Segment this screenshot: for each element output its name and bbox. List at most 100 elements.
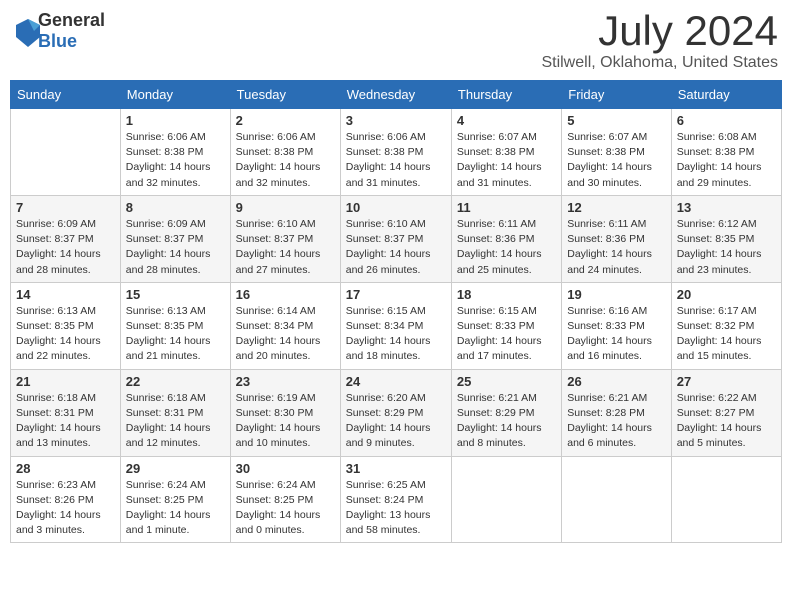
- day-detail: Sunrise: 6:10 AM Sunset: 8:37 PM Dayligh…: [236, 217, 335, 278]
- day-detail: Sunrise: 6:19 AM Sunset: 8:30 PM Dayligh…: [236, 391, 335, 452]
- calendar-cell: 24 Sunrise: 6:20 AM Sunset: 8:29 PM Dayli…: [340, 369, 451, 456]
- calendar-cell: 14 Sunrise: 6:13 AM Sunset: 8:35 PM Dayli…: [11, 282, 121, 369]
- day-detail: Sunrise: 6:13 AM Sunset: 8:35 PM Dayligh…: [16, 304, 115, 365]
- day-number: 13: [677, 200, 776, 215]
- calendar-cell: 20 Sunrise: 6:17 AM Sunset: 8:32 PM Dayli…: [671, 282, 781, 369]
- day-detail: Sunrise: 6:07 AM Sunset: 8:38 PM Dayligh…: [457, 130, 556, 191]
- day-detail: Sunrise: 6:09 AM Sunset: 8:37 PM Dayligh…: [16, 217, 115, 278]
- day-detail: Sunrise: 6:24 AM Sunset: 8:25 PM Dayligh…: [126, 478, 225, 539]
- logo-blue-label: Blue: [38, 31, 77, 51]
- calendar-table: SundayMondayTuesdayWednesdayThursdayFrid…: [10, 80, 782, 543]
- day-detail: Sunrise: 6:16 AM Sunset: 8:33 PM Dayligh…: [567, 304, 665, 365]
- calendar-cell: 29 Sunrise: 6:24 AM Sunset: 8:25 PM Dayli…: [120, 456, 230, 543]
- day-detail: Sunrise: 6:20 AM Sunset: 8:29 PM Dayligh…: [346, 391, 446, 452]
- day-detail: Sunrise: 6:06 AM Sunset: 8:38 PM Dayligh…: [126, 130, 225, 191]
- logo-text: General Blue: [38, 10, 105, 52]
- calendar-cell: 19Sunrise: 6:16 AM Sunset: 8:33 PM Dayli…: [562, 282, 671, 369]
- calendar-cell: [671, 456, 781, 543]
- calendar-cell: 22 Sunrise: 6:18 AM Sunset: 8:31 PM Dayli…: [120, 369, 230, 456]
- day-number: 6: [677, 113, 776, 128]
- day-number: 24: [346, 374, 446, 389]
- calendar-cell: 12Sunrise: 6:11 AM Sunset: 8:36 PM Dayli…: [562, 195, 671, 282]
- calendar-cell: 30Sunrise: 6:24 AM Sunset: 8:25 PM Dayli…: [230, 456, 340, 543]
- calendar-cell: 23 Sunrise: 6:19 AM Sunset: 8:30 PM Dayli…: [230, 369, 340, 456]
- calendar-cell: [451, 456, 561, 543]
- day-number: 16: [236, 287, 335, 302]
- calendar-cell: 2 Sunrise: 6:06 AM Sunset: 8:38 PM Daylig…: [230, 109, 340, 196]
- calendar-header-row: SundayMondayTuesdayWednesdayThursdayFrid…: [11, 81, 782, 109]
- day-number: 25: [457, 374, 556, 389]
- day-detail: Sunrise: 6:07 AM Sunset: 8:38 PM Dayligh…: [567, 130, 665, 191]
- day-detail: Sunrise: 6:14 AM Sunset: 8:34 PM Dayligh…: [236, 304, 335, 365]
- calendar-cell: 28Sunrise: 6:23 AM Sunset: 8:26 PM Dayli…: [11, 456, 121, 543]
- day-detail: Sunrise: 6:11 AM Sunset: 8:36 PM Dayligh…: [567, 217, 665, 278]
- day-number: 27: [677, 374, 776, 389]
- title-section: July 2024 Stilwell, Oklahoma, United Sta…: [541, 10, 778, 72]
- day-number: 22: [126, 374, 225, 389]
- calendar-week-row: 21Sunrise: 6:18 AM Sunset: 8:31 PM Dayli…: [11, 369, 782, 456]
- day-detail: Sunrise: 6:23 AM Sunset: 8:26 PM Dayligh…: [16, 478, 115, 539]
- logo-blue-text: Blue: [38, 31, 105, 52]
- day-number: 14: [16, 287, 115, 302]
- day-number: 15: [126, 287, 225, 302]
- calendar-cell: 9 Sunrise: 6:10 AM Sunset: 8:37 PM Daylig…: [230, 195, 340, 282]
- calendar-week-row: 1 Sunrise: 6:06 AM Sunset: 8:38 PM Daylig…: [11, 109, 782, 196]
- calendar-cell: 3 Sunrise: 6:06 AM Sunset: 8:38 PM Daylig…: [340, 109, 451, 196]
- header-monday: Monday: [120, 81, 230, 109]
- day-detail: Sunrise: 6:06 AM Sunset: 8:38 PM Dayligh…: [346, 130, 446, 191]
- calendar-cell: 31 Sunrise: 6:25 AM Sunset: 8:24 PM Dayli…: [340, 456, 451, 543]
- calendar-cell: 7 Sunrise: 6:09 AM Sunset: 8:37 PM Daylig…: [11, 195, 121, 282]
- day-number: 20: [677, 287, 776, 302]
- day-number: 2: [236, 113, 335, 128]
- day-detail: Sunrise: 6:12 AM Sunset: 8:35 PM Dayligh…: [677, 217, 776, 278]
- logo-general: General: [38, 10, 105, 31]
- day-number: 3: [346, 113, 446, 128]
- calendar-cell: 16 Sunrise: 6:14 AM Sunset: 8:34 PM Dayli…: [230, 282, 340, 369]
- day-detail: Sunrise: 6:15 AM Sunset: 8:33 PM Dayligh…: [457, 304, 556, 365]
- calendar-week-row: 7 Sunrise: 6:09 AM Sunset: 8:37 PM Daylig…: [11, 195, 782, 282]
- day-number: 8: [126, 200, 225, 215]
- day-number: 1: [126, 113, 225, 128]
- calendar-cell: [11, 109, 121, 196]
- header-sunday: Sunday: [11, 81, 121, 109]
- day-number: 17: [346, 287, 446, 302]
- day-detail: Sunrise: 6:11 AM Sunset: 8:36 PM Dayligh…: [457, 217, 556, 278]
- header-tuesday: Tuesday: [230, 81, 340, 109]
- calendar-cell: 25 Sunrise: 6:21 AM Sunset: 8:29 PM Dayli…: [451, 369, 561, 456]
- day-number: 7: [16, 200, 115, 215]
- day-number: 23: [236, 374, 335, 389]
- calendar-cell: 1 Sunrise: 6:06 AM Sunset: 8:38 PM Daylig…: [120, 109, 230, 196]
- day-detail: Sunrise: 6:09 AM Sunset: 8:37 PM Dayligh…: [126, 217, 225, 278]
- day-detail: Sunrise: 6:08 AM Sunset: 8:38 PM Dayligh…: [677, 130, 776, 191]
- day-detail: Sunrise: 6:18 AM Sunset: 8:31 PM Dayligh…: [126, 391, 225, 452]
- day-detail: Sunrise: 6:21 AM Sunset: 8:28 PM Dayligh…: [567, 391, 665, 452]
- day-detail: Sunrise: 6:21 AM Sunset: 8:29 PM Dayligh…: [457, 391, 556, 452]
- day-detail: Sunrise: 6:13 AM Sunset: 8:35 PM Dayligh…: [126, 304, 225, 365]
- day-detail: Sunrise: 6:17 AM Sunset: 8:32 PM Dayligh…: [677, 304, 776, 365]
- day-detail: Sunrise: 6:25 AM Sunset: 8:24 PM Dayligh…: [346, 478, 446, 539]
- calendar-cell: [562, 456, 671, 543]
- day-detail: Sunrise: 6:06 AM Sunset: 8:38 PM Dayligh…: [236, 130, 335, 191]
- day-detail: Sunrise: 6:10 AM Sunset: 8:37 PM Dayligh…: [346, 217, 446, 278]
- calendar-week-row: 14 Sunrise: 6:13 AM Sunset: 8:35 PM Dayli…: [11, 282, 782, 369]
- page-header: General Blue July 2024 Stilwell, Oklahom…: [10, 10, 782, 72]
- header-wednesday: Wednesday: [340, 81, 451, 109]
- calendar-cell: 17 Sunrise: 6:15 AM Sunset: 8:34 PM Dayli…: [340, 282, 451, 369]
- calendar-cell: 21Sunrise: 6:18 AM Sunset: 8:31 PM Dayli…: [11, 369, 121, 456]
- day-number: 29: [126, 461, 225, 476]
- calendar-cell: 6 Sunrise: 6:08 AM Sunset: 8:38 PM Daylig…: [671, 109, 781, 196]
- day-number: 9: [236, 200, 335, 215]
- day-number: 30: [236, 461, 335, 476]
- day-number: 31: [346, 461, 446, 476]
- calendar-cell: 8 Sunrise: 6:09 AM Sunset: 8:37 PM Daylig…: [120, 195, 230, 282]
- header-saturday: Saturday: [671, 81, 781, 109]
- day-number: 11: [457, 200, 556, 215]
- header-thursday: Thursday: [451, 81, 561, 109]
- day-number: 5: [567, 113, 665, 128]
- header-friday: Friday: [562, 81, 671, 109]
- calendar-week-row: 28Sunrise: 6:23 AM Sunset: 8:26 PM Dayli…: [11, 456, 782, 543]
- calendar-cell: 10Sunrise: 6:10 AM Sunset: 8:37 PM Dayli…: [340, 195, 451, 282]
- day-detail: Sunrise: 6:15 AM Sunset: 8:34 PM Dayligh…: [346, 304, 446, 365]
- logo-icon: [14, 17, 34, 45]
- calendar-cell: 13 Sunrise: 6:12 AM Sunset: 8:35 PM Dayli…: [671, 195, 781, 282]
